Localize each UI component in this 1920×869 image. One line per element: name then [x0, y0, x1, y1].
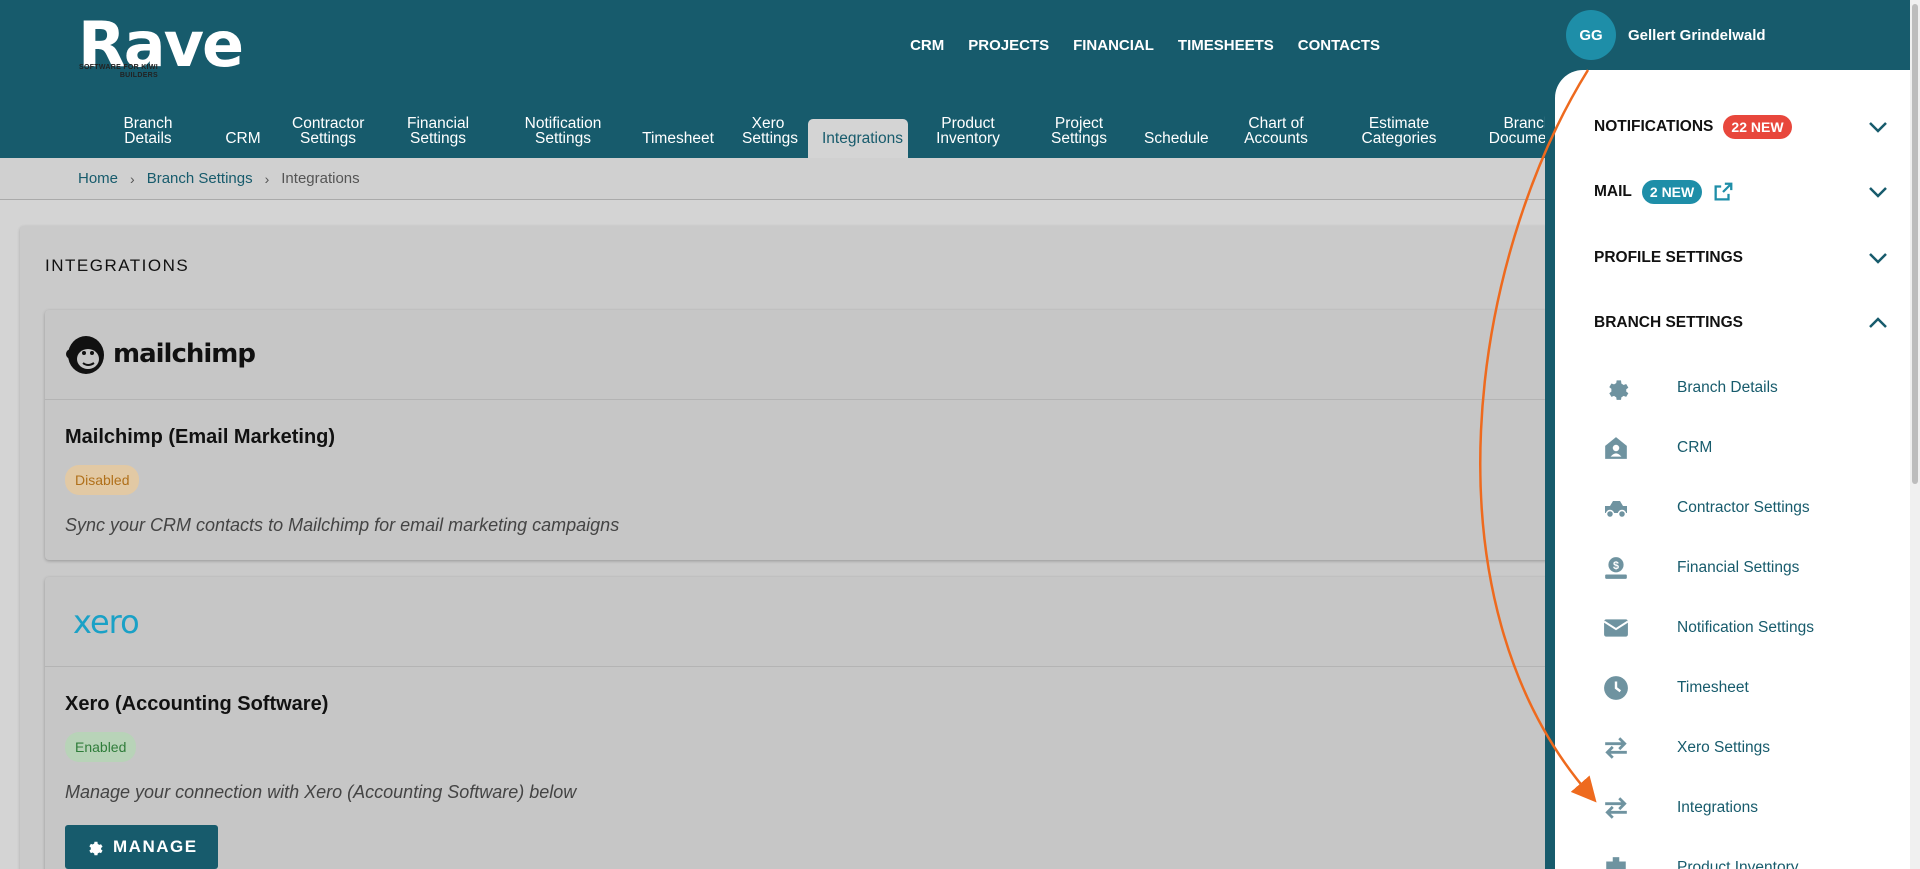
topnav-projects[interactable]: PROJECTS: [968, 37, 1049, 54]
section-label: PROFILE SETTINGS: [1594, 249, 1743, 266]
integrations-card: INTEGRATIONS mailchimp Mailchimp (Email …: [20, 226, 1620, 869]
topnav-contacts[interactable]: CONTACTS: [1298, 37, 1380, 54]
chevron-down-icon: [1869, 122, 1887, 133]
drawer-item-label: Financial Settings: [1677, 559, 1800, 576]
page-title: INTEGRATIONS: [45, 256, 190, 275]
breadcrumb-current: Integrations: [281, 170, 360, 187]
profile-settings-section[interactable]: PROFILE SETTINGS: [1555, 238, 1910, 278]
topnav-timesheets[interactable]: TIMESHEETS: [1178, 37, 1274, 54]
tab-contractor-settings[interactable]: Contractor Settings: [278, 116, 378, 158]
drawer-item-financial-settings[interactable]: $ Financial Settings: [1555, 548, 1910, 588]
breadcrumb-separator: ›: [264, 170, 270, 187]
manage-button[interactable]: MANAGE: [65, 825, 218, 869]
chevron-down-icon: [1869, 187, 1887, 198]
manage-button-label: MANAGE: [113, 837, 198, 856]
drawer-item-branch-details[interactable]: Branch Details: [1555, 368, 1910, 408]
notifications-section[interactable]: NOTIFICATIONS 22 NEW: [1555, 107, 1910, 147]
branch-settings-tabs: Branch Details CRM Contractor Settings F…: [88, 116, 1588, 158]
money-icon: $: [1602, 554, 1630, 582]
tab-project-settings[interactable]: Project Settings: [1028, 116, 1130, 158]
breadcrumb-branch-settings[interactable]: Branch Settings: [147, 170, 253, 187]
branch-settings-section[interactable]: BRANCH SETTINGS: [1555, 303, 1910, 343]
drawer-item-contractor-settings[interactable]: Contractor Settings: [1555, 488, 1910, 528]
breadcrumb-separator: ›: [130, 170, 135, 187]
truck-icon: [1602, 494, 1630, 522]
drawer-item-notification-settings[interactable]: Notification Settings: [1555, 608, 1910, 648]
status-badge: Enabled: [65, 732, 137, 762]
topnav-crm[interactable]: CRM: [910, 37, 944, 54]
scrollbar-thumb[interactable]: [1912, 4, 1918, 484]
swap-icon: [1602, 734, 1630, 762]
section-label: BRANCH SETTINGS: [1594, 314, 1743, 331]
svg-text:$: $: [1613, 560, 1619, 572]
breadcrumb-home[interactable]: Home: [78, 170, 118, 187]
tab-chart-of-accounts[interactable]: Chart of Accounts: [1222, 116, 1330, 158]
tab-schedule[interactable]: Schedule: [1130, 131, 1222, 158]
status-badge: Disabled: [65, 465, 140, 495]
tab-xero-settings[interactable]: Xero Settings: [728, 116, 808, 158]
xero-logo: xero: [73, 603, 140, 641]
section-label: MAIL: [1594, 183, 1632, 200]
drawer-menu: NOTIFICATIONS 22 NEW MAIL 2 NEW PROFILE …: [1555, 70, 1910, 869]
mailchimp-integration: mailchimp Mailchimp (Email Marketing) Di…: [45, 310, 1620, 560]
tab-timesheet[interactable]: Timesheet: [628, 131, 728, 158]
tab-branch-details[interactable]: Branch Details: [88, 116, 208, 158]
gear-icon: [89, 841, 103, 856]
house-user-icon: [1602, 434, 1630, 462]
envelope-icon: [1602, 614, 1630, 642]
tab-product-inventory[interactable]: Product Inventory: [908, 116, 1028, 158]
mailchimp-wordmark: mailchimp: [113, 339, 256, 369]
avatar[interactable]: GG: [1566, 10, 1616, 60]
integration-name: Xero (Accounting Software): [65, 693, 329, 715]
user-drawer: GG Gellert Grindelwald NOTIFICATIONS 22 …: [1545, 0, 1910, 869]
drawer-item-xero-settings[interactable]: Xero Settings: [1555, 728, 1910, 768]
box-icon: [1602, 854, 1630, 869]
mailchimp-monkey-icon: [66, 336, 104, 374]
user-name: Gellert Grindelwald: [1628, 26, 1766, 44]
tab-integrations[interactable]: Integrations: [808, 119, 908, 158]
swap-icon: [1602, 794, 1630, 822]
chevron-down-icon: [1869, 253, 1887, 264]
drawer-item-label: Notification Settings: [1677, 619, 1814, 636]
topnav-financial[interactable]: FINANCIAL: [1073, 37, 1154, 54]
drawer-item-label: Timesheet: [1677, 679, 1749, 696]
integration-description: Manage your connection with Xero (Accoun…: [65, 782, 577, 802]
tab-crm[interactable]: CRM: [208, 131, 278, 158]
clock-icon: [1602, 674, 1630, 702]
section-label: NOTIFICATIONS: [1594, 118, 1714, 135]
mail-badge: 2 NEW: [1641, 180, 1703, 204]
top-navigation: CRM PROJECTS FINANCIAL TIMESHEETS CONTAC…: [910, 37, 1380, 54]
drawer-scrollbar[interactable]: [1910, 0, 1920, 869]
drawer-item-label: CRM: [1677, 439, 1713, 456]
drawer-item-product-inventory[interactable]: Product Inventory: [1555, 848, 1910, 869]
drawer-item-label: Xero Settings: [1677, 739, 1771, 756]
integration-name: Mailchimp (Email Marketing): [65, 426, 336, 448]
notifications-badge: 22 NEW: [1723, 115, 1792, 139]
drawer-item-label: Product Inventory: [1677, 859, 1799, 869]
xero-integration: xero Xero (Accounting Software) Enabled …: [45, 577, 1620, 869]
drawer-item-integrations[interactable]: Integrations: [1555, 788, 1910, 828]
integration-description: Sync your CRM contacts to Mailchimp for …: [65, 515, 620, 535]
drawer-item-crm[interactable]: CRM: [1555, 428, 1910, 468]
tab-estimate-categories[interactable]: Estimate Categories: [1330, 116, 1468, 158]
tab-notification-settings[interactable]: Notification Settings: [498, 116, 628, 158]
chevron-up-icon: [1869, 317, 1887, 328]
logo-tagline: SOFTWARE FOR KIWI BUILDERS: [79, 64, 158, 79]
tab-financial-settings[interactable]: Financial Settings: [378, 116, 498, 158]
gear-icon: [1602, 374, 1630, 402]
mailchimp-logo: mailchimp: [65, 332, 256, 376]
external-link-icon[interactable]: [1712, 181, 1734, 203]
mail-section[interactable]: MAIL 2 NEW: [1555, 172, 1910, 212]
drawer-item-timesheet[interactable]: Timesheet: [1555, 668, 1910, 708]
drawer-item-label: Branch Details: [1677, 379, 1778, 396]
drawer-item-label: Integrations: [1677, 799, 1758, 816]
drawer-item-label: Contractor Settings: [1677, 499, 1810, 516]
